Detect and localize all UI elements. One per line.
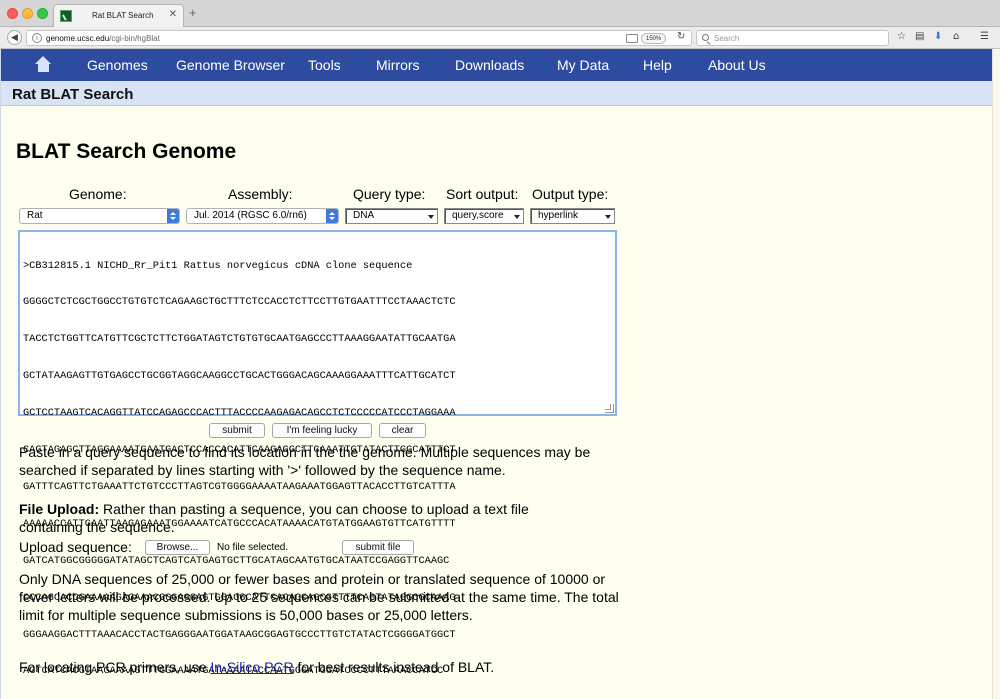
pcr-text-after: for best results instead of BLAT.	[293, 659, 495, 675]
file-upload-heading: File Upload:	[19, 501, 100, 517]
dropdown-arrow-icon	[514, 215, 520, 219]
ucsc-favicon-icon	[60, 10, 72, 22]
url-host: genome.ucsc.edu	[46, 34, 110, 43]
download-icon[interactable]: ⬇	[934, 31, 942, 43]
resize-grip-icon[interactable]	[605, 404, 614, 413]
page-band-title: Rat BLAT Search	[12, 86, 134, 103]
upload-sequence-label: Upload sequence:	[19, 539, 132, 555]
sort-output-select[interactable]: query,score	[444, 208, 524, 224]
output-type-select-value: hyperlink	[538, 210, 579, 221]
sequence-line: TACCTCTGGTTCATGTTCGCTCTTCTGGATAGTCTGTGTG…	[23, 333, 456, 346]
search-placeholder: Search	[714, 34, 740, 43]
submit-button[interactable]: submit	[209, 423, 265, 438]
zoom-level-badge[interactable]: 150%	[641, 33, 667, 44]
sequence-line: GATCATGGCGGGGGATATAGCTCAGTCATGAGTGCTTGCA…	[23, 554, 450, 567]
reload-icon[interactable]: ↻	[677, 31, 685, 42]
query-type-label: Query type:	[353, 186, 426, 202]
browser-tab[interactable]: Rat BLAT Search ✕	[53, 4, 184, 27]
sequence-line: GCTCCTAAGTCACAGGTTATCCAGAGCCCACTTTACCCCA…	[23, 407, 456, 420]
file-upload-text: File Upload: Rather than pasting a seque…	[19, 500, 579, 536]
sequence-textarea[interactable]: >CB312815.1 NICHD_Rr_Pit1 Rattus norvegi…	[18, 230, 617, 677]
submit-file-button[interactable]: submit file	[342, 540, 414, 555]
nav-item-genomes[interactable]: Genomes	[87, 57, 148, 73]
menu-icon[interactable]: ☰	[980, 31, 989, 43]
sort-output-label: Sort output:	[446, 186, 519, 202]
window-minimize-button[interactable]	[22, 8, 33, 19]
page-heading: BLAT Search Genome	[16, 140, 237, 163]
sequence-line: GATTTCAGTTCTGAAATTCTGTCCCTTAGTCGTGGGGAAA…	[23, 480, 456, 493]
sequence-line: >CB312815.1 NICHD_Rr_Pit1 Rattus norvegi…	[23, 259, 413, 272]
info-icon[interactable]: i	[32, 33, 42, 43]
query-type-select[interactable]: DNA	[345, 208, 438, 224]
sequence-line: GGGAAGGACTTTAAACACCTACTGAGGGAATGGATAAGCG…	[23, 628, 456, 641]
search-icon	[702, 34, 709, 41]
home-icon[interactable]: ⌂	[953, 31, 959, 43]
window-maximize-button[interactable]	[37, 8, 48, 19]
address-bar[interactable]: i genome.ucsc.edu/cgi-bin/hgBlat 150% ↻	[26, 30, 692, 46]
output-type-select[interactable]: hyperlink	[530, 208, 615, 224]
clear-button[interactable]: clear	[379, 423, 426, 438]
chevron-updown-icon	[326, 209, 338, 223]
nav-item-my-data[interactable]: My Data	[557, 57, 609, 73]
browser-search-box[interactable]: Search	[696, 30, 889, 46]
nav-item-downloads[interactable]: Downloads	[455, 57, 524, 73]
nav-item-help[interactable]: Help	[643, 57, 672, 73]
bookmark-star-icon[interactable]: ☆	[897, 31, 906, 43]
limits-text: Only DNA sequences of 25,000 or fewer ba…	[19, 571, 619, 623]
dropdown-arrow-icon	[428, 215, 434, 219]
page-title-band: Rat BLAT Search	[1, 81, 1000, 106]
output-type-label: Output type:	[532, 186, 609, 202]
dropdown-arrow-icon	[605, 215, 611, 219]
library-icon[interactable]: ▤	[915, 31, 924, 43]
paste-help-text: Paste in a query sequence to find its lo…	[19, 444, 591, 478]
pcr-text: For locating PCR primers, use In-Silico …	[19, 658, 494, 676]
back-button[interactable]: ◀	[7, 30, 22, 45]
new-tab-button[interactable]: +	[189, 6, 197, 20]
assembly-label: Assembly:	[228, 186, 293, 202]
sequence-line: GCTATAAGAGTTGTGAGCCTGCGGTAGGCAAGGCCTGCAC…	[23, 370, 456, 383]
browser-tab-bar: Rat BLAT Search ✕ +	[0, 0, 1000, 27]
in-silico-pcr-link[interactable]: In-Silico PCR	[210, 659, 293, 675]
reader-view-icon[interactable]	[626, 34, 638, 43]
assembly-select-value: Jul. 2014 (RGSC 6.0/rn6)	[194, 210, 307, 221]
window-close-button[interactable]	[7, 8, 18, 19]
tab-close-icon[interactable]: ✕	[169, 9, 177, 21]
pcr-text-before: For locating PCR primers, use	[19, 659, 211, 675]
tab-title: Rat BLAT Search	[92, 11, 154, 20]
sequence-line: GGGGCTCTCGCTGGCCTGTGTCTCAGAAGCTGCTTTCTCC…	[23, 296, 456, 309]
nav-item-tools[interactable]: Tools	[308, 57, 341, 73]
genome-select[interactable]: Rat	[19, 208, 180, 224]
url-text[interactable]: genome.ucsc.edu/cgi-bin/hgBlat	[46, 34, 160, 43]
browser-toolbar: ◀ i genome.ucsc.edu/cgi-bin/hgBlat 150% …	[0, 27, 1000, 49]
sort-output-select-value: query,score	[452, 210, 504, 221]
nav-item-genome-browser[interactable]: Genome Browser	[176, 57, 285, 73]
top-nav-bar: Genomes Genome Browser Tools Mirrors Dow…	[1, 49, 1000, 81]
page-scrollbar[interactable]	[992, 49, 1000, 699]
genome-select-value: Rat	[27, 210, 43, 221]
chevron-updown-icon	[167, 209, 179, 223]
genome-label: Genome:	[69, 186, 127, 202]
home-icon[interactable]	[35, 56, 52, 72]
no-file-selected-text: No file selected.	[217, 542, 289, 553]
query-type-select-value: DNA	[353, 210, 375, 221]
browse-button[interactable]: Browse...	[145, 540, 210, 555]
page-content: Genomes Genome Browser Tools Mirrors Dow…	[0, 49, 1000, 699]
url-path: /cgi-bin/hgBlat	[109, 34, 160, 43]
nav-item-mirrors[interactable]: Mirrors	[376, 57, 420, 73]
feeling-lucky-button[interactable]: I'm feeling lucky	[272, 423, 372, 438]
nav-item-about-us[interactable]: About Us	[708, 57, 766, 73]
assembly-select[interactable]: Jul. 2014 (RGSC 6.0/rn6)	[186, 208, 339, 224]
